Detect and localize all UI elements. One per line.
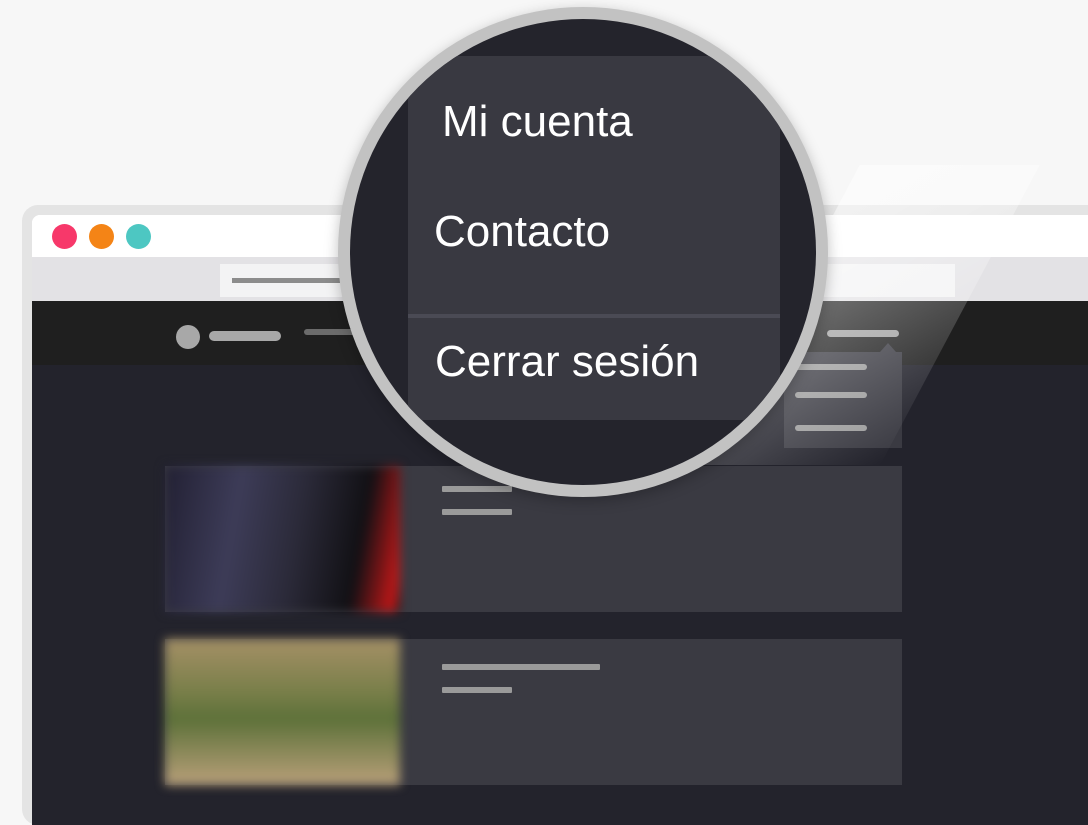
magnifier-lens: Mi cuenta Contacto Cerrar sesión <box>350 19 816 485</box>
video-thumbnail[interactable] <box>165 466 400 612</box>
user-menu: Mi cuenta Contacto Cerrar sesión <box>408 56 780 420</box>
menu-icon[interactable] <box>827 330 899 337</box>
close-window-button[interactable] <box>52 224 77 249</box>
logo-wordmark[interactable] <box>209 331 281 341</box>
video-thumbnail[interactable] <box>165 639 400 785</box>
menu-item-contacto[interactable]: Contacto <box>434 204 780 260</box>
minimize-window-button[interactable] <box>89 224 114 249</box>
video-title-line <box>442 486 512 492</box>
video-card[interactable] <box>165 639 902 785</box>
video-title-line <box>442 664 600 670</box>
dropdown-item-cerrar-sesion[interactable] <box>795 425 867 431</box>
menu-item-cerrar-sesion[interactable]: Cerrar sesión <box>435 334 780 390</box>
dropdown-caret <box>880 343 896 352</box>
menu-item-mi-cuenta[interactable]: Mi cuenta <box>442 94 780 150</box>
dropdown-item-contacto[interactable] <box>795 392 867 398</box>
logo-circle-icon[interactable] <box>176 325 200 349</box>
dropdown-item-mi-cuenta[interactable] <box>795 364 867 370</box>
video-meta-line <box>442 687 512 693</box>
dropdown-menu-preview <box>784 352 902 448</box>
video-meta-line <box>442 509 512 515</box>
magnifier: Mi cuenta Contacto Cerrar sesión <box>338 7 828 497</box>
maximize-window-button[interactable] <box>126 224 151 249</box>
menu-divider <box>408 314 780 318</box>
